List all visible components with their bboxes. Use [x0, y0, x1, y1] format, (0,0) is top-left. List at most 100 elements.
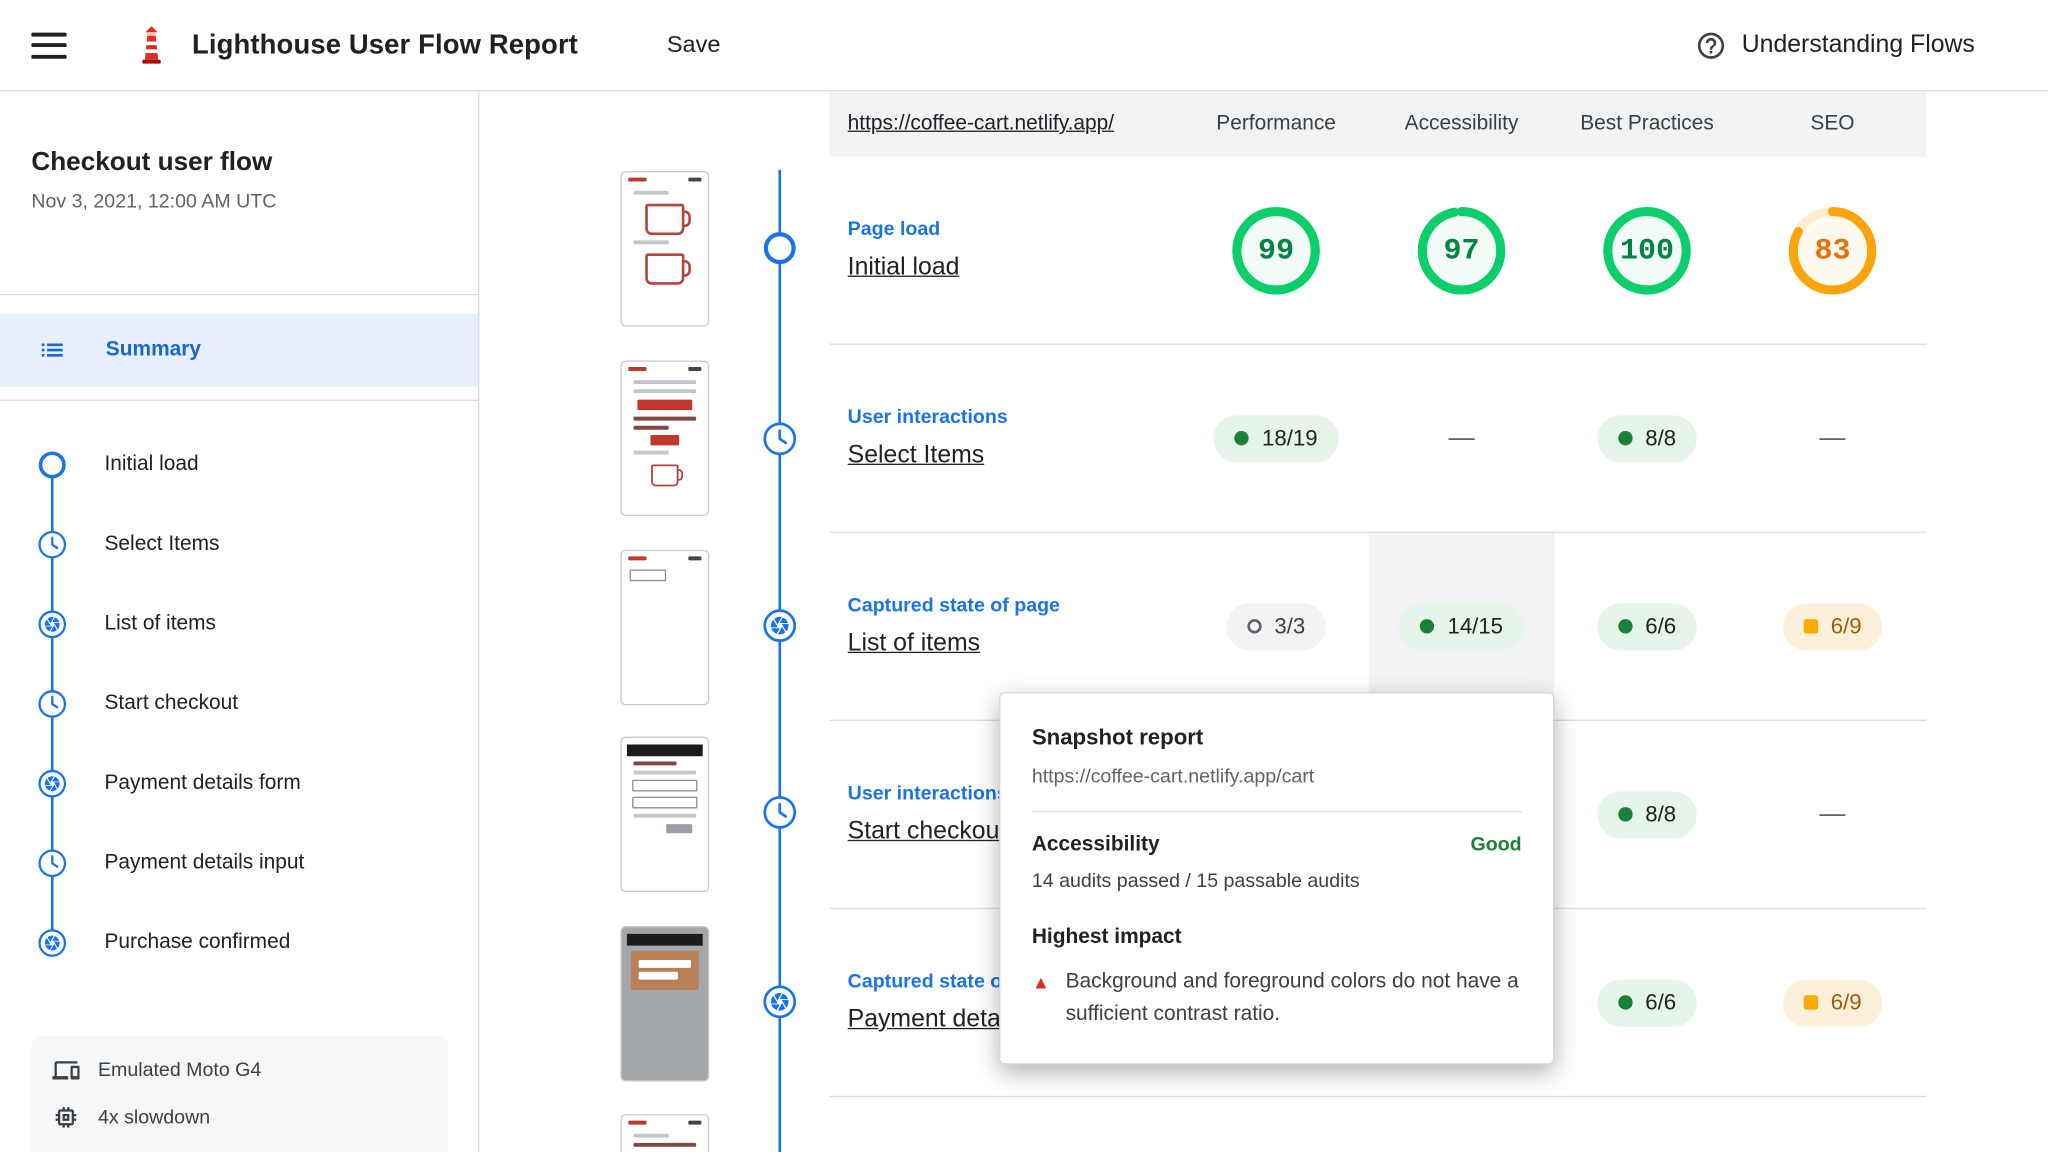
flow-steps-list: Initial load Select Items List of items …: [0, 401, 478, 982]
table-row-initial-load: Page load Initial load 99 97 100 83: [829, 157, 1927, 345]
step-thumbnail-purchase-confirmed: [620, 1114, 710, 1152]
best-practices-score-badge[interactable]: 6/6: [1596, 978, 1698, 1026]
app-title: Lighthouse User Flow Report: [191, 29, 579, 60]
best-practices-score-badge[interactable]: 8/8: [1596, 790, 1698, 838]
column-best-practices: Best Practices: [1580, 112, 1714, 135]
step-label: Select Items: [104, 532, 220, 555]
step-kind-label: User interactions: [847, 406, 1008, 429]
badge-value: 6/9: [1830, 989, 1862, 1015]
understanding-flows-link[interactable]: Understanding Flows: [1695, 29, 1975, 60]
tooltip-impact-text: Background and foreground colors do not …: [1065, 970, 1519, 1026]
passed-dot-icon: [1617, 619, 1633, 634]
warning-triangle-icon: ▲: [1031, 971, 1050, 993]
no-score-dash: —: [1819, 799, 1846, 829]
badge-value: 8/8: [1645, 425, 1677, 450]
circle-icon: [38, 450, 67, 479]
divider: [0, 293, 479, 296]
step-name-link[interactable]: Initial load: [848, 253, 960, 280]
performance-score-badge[interactable]: 3/3: [1226, 602, 1327, 650]
sidebar-step-payment-details-input[interactable]: Payment details input: [0, 823, 478, 903]
sidebar-step-payment-details-form[interactable]: Payment details form: [0, 743, 478, 823]
sidebar-step-start-checkout[interactable]: Start checkout: [0, 664, 478, 744]
badge-value: 8/8: [1645, 801, 1677, 827]
seo-score-badge[interactable]: 6/9: [1782, 602, 1883, 650]
no-score-dash: —: [1448, 423, 1475, 452]
environment-throttling: 4x slowdown: [52, 1104, 427, 1131]
table-row-select-items: User interactions Select Items 18/19 — 8…: [829, 345, 1927, 533]
devices-icon: [52, 1057, 79, 1084]
understanding-flows-label: Understanding Flows: [1741, 30, 1975, 59]
aperture-icon: [38, 928, 67, 957]
sidebar-step-select-items[interactable]: Select Items: [0, 504, 478, 584]
accessibility-score-badge[interactable]: 14/15: [1399, 602, 1524, 650]
badge-value: 3/3: [1274, 613, 1306, 639]
badge-value: 18/19: [1261, 425, 1318, 450]
passed-dot-icon: [1617, 431, 1633, 446]
best-practices-score-badge[interactable]: 6/6: [1596, 602, 1698, 650]
column-performance: Performance: [1216, 112, 1336, 135]
score-value: 97: [1443, 233, 1480, 268]
step-name-link[interactable]: List of items: [848, 630, 980, 657]
tooltip-category: Accessibility: [1031, 833, 1160, 856]
flow-date: Nov 3, 2021, 12:00 AM UTC: [31, 190, 277, 213]
accessibility-gauge[interactable]: 97: [1412, 200, 1511, 299]
clock-icon: [38, 689, 67, 718]
save-button[interactable]: Save: [659, 30, 728, 60]
performance-score-badge[interactable]: 18/19: [1213, 414, 1339, 462]
sidebar-step-list-of-items[interactable]: List of items: [0, 584, 478, 664]
summary-label: Summary: [105, 338, 202, 361]
badge-value: 6/6: [1645, 989, 1677, 1015]
score-value: 83: [1814, 233, 1851, 268]
badge-value: 14/15: [1447, 613, 1504, 639]
average-square-icon: [1803, 619, 1818, 634]
throttling-label: 4x slowdown: [97, 1106, 211, 1129]
lighthouse-flow-report-app: Lighthouse User Flow Report Save Underst…: [0, 0, 2048, 1152]
snapshot-step-icon: [763, 985, 797, 1019]
badge-value: 6/9: [1830, 613, 1862, 639]
seo-score-badge[interactable]: 6/9: [1782, 978, 1883, 1026]
aperture-icon: [38, 769, 67, 798]
step-thumbnail-start-checkout: [620, 736, 710, 893]
step-kind-label: Page load: [847, 218, 941, 241]
device-label: Emulated Moto G4: [97, 1059, 262, 1082]
step-thumbnail-initial-load: [620, 171, 710, 327]
passed-dot-icon: [1234, 431, 1249, 446]
step-name-link[interactable]: Start checkout: [848, 818, 1007, 845]
column-seo: SEO: [1810, 112, 1855, 135]
divider: [1031, 811, 1522, 813]
tooltip-url: https://coffee-cart.netlify.app/cart: [1031, 765, 1315, 788]
site-url-link[interactable]: https://coffee-cart.netlify.app/: [829, 112, 1183, 136]
timespan-step-icon: [763, 422, 797, 456]
sidebar: Checkout user flow Nov 3, 2021, 12:00 AM…: [0, 91, 480, 1152]
sidebar-item-summary[interactable]: Summary: [0, 313, 479, 387]
tooltip-rating: Good: [1470, 833, 1522, 856]
passed-dot-icon: [1420, 619, 1435, 634]
tooltip-title: Snapshot report: [1031, 724, 1204, 750]
step-label: Initial load: [104, 452, 199, 475]
snapshot-step-icon: [763, 609, 797, 643]
performance-gauge[interactable]: 99: [1226, 200, 1325, 299]
lighthouse-logo-icon: [135, 25, 169, 64]
sidebar-step-purchase-confirmed[interactable]: Purchase confirmed: [0, 903, 478, 983]
sidebar-step-initial-load[interactable]: Initial load: [0, 424, 478, 504]
environment-panel: Emulated Moto G4 4x slowdown: [31, 1035, 448, 1152]
list-icon: [37, 334, 68, 365]
seo-gauge[interactable]: 83: [1783, 200, 1882, 299]
step-label: List of items: [104, 611, 216, 635]
menu-button[interactable]: [31, 31, 67, 59]
best-practices-score-badge[interactable]: 8/8: [1596, 414, 1698, 462]
column-accessibility: Accessibility: [1404, 112, 1519, 135]
step-name-link[interactable]: Select Items: [848, 441, 985, 468]
step-kind-label: Captured state of page: [847, 594, 1060, 617]
average-square-icon: [1803, 995, 1818, 1010]
passed-dot-icon: [1617, 995, 1633, 1010]
flow-title: Checkout user flow: [31, 147, 273, 177]
score-value: 99: [1258, 233, 1295, 268]
badge-value: 6/6: [1645, 613, 1677, 639]
best-practices-gauge[interactable]: 100: [1597, 200, 1696, 299]
step-label: Payment details form: [104, 771, 301, 794]
navigation-step-icon: [763, 231, 797, 265]
clock-icon: [38, 530, 67, 559]
no-score-dash: —: [1819, 423, 1846, 452]
informative-ring-icon: [1246, 619, 1262, 634]
